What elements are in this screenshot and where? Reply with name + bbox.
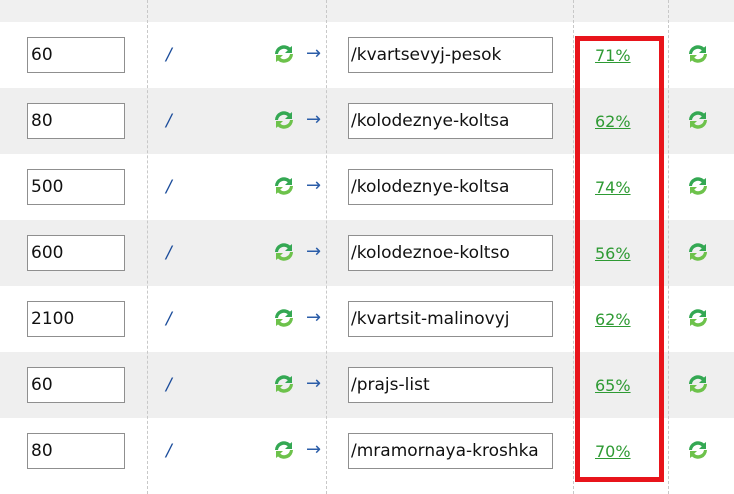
right-arrow-icon: → <box>306 109 322 130</box>
quantity-input[interactable]: 80 <box>27 103 125 139</box>
column-divider <box>668 0 669 494</box>
quantity-input[interactable]: 60 <box>27 367 125 403</box>
quantity-input[interactable]: 500 <box>27 169 125 205</box>
highlight-box <box>575 36 664 482</box>
target-path-input[interactable]: /kolodeznoe-koltso <box>348 235 553 271</box>
source-path-link[interactable]: / <box>166 177 180 197</box>
target-path-input[interactable]: /kvartsevyj-pesok <box>348 37 553 73</box>
column-divider <box>326 0 327 494</box>
target-path-input[interactable]: /kvartsit-malinovyj <box>348 301 553 337</box>
quantity-input[interactable]: 2100 <box>27 301 125 337</box>
refresh-icon[interactable] <box>686 43 710 65</box>
refresh-icon[interactable] <box>272 439 296 461</box>
right-arrow-icon: → <box>306 175 322 196</box>
target-path-input[interactable]: /kolodeznye-koltsa <box>348 169 553 205</box>
quantity-input[interactable]: 60 <box>27 37 125 73</box>
right-arrow-icon: → <box>306 43 322 64</box>
refresh-icon[interactable] <box>686 241 710 263</box>
refresh-icon[interactable] <box>272 43 296 65</box>
target-path-input[interactable]: /kolodeznye-koltsa <box>348 103 553 139</box>
source-path-link[interactable]: / <box>166 243 180 263</box>
right-arrow-icon: → <box>306 241 322 262</box>
table-top-band <box>0 0 734 22</box>
refresh-icon[interactable] <box>686 373 710 395</box>
quantity-input[interactable]: 80 <box>27 433 125 469</box>
refresh-icon[interactable] <box>272 373 296 395</box>
source-path-link[interactable]: / <box>166 375 180 395</box>
column-divider <box>147 0 148 494</box>
refresh-icon[interactable] <box>686 307 710 329</box>
right-arrow-icon: → <box>306 439 322 460</box>
target-path-input[interactable]: /mramornaya-kroshka <box>348 433 553 469</box>
refresh-icon[interactable] <box>272 109 296 131</box>
refresh-icon[interactable] <box>686 439 710 461</box>
refresh-icon[interactable] <box>272 241 296 263</box>
source-path-link[interactable]: / <box>166 45 180 65</box>
refresh-icon[interactable] <box>686 109 710 131</box>
column-divider <box>573 0 574 494</box>
source-path-link[interactable]: / <box>166 111 180 131</box>
refresh-icon[interactable] <box>686 175 710 197</box>
refresh-icon[interactable] <box>272 175 296 197</box>
source-path-link[interactable]: / <box>166 441 180 461</box>
right-arrow-icon: → <box>306 373 322 394</box>
refresh-icon[interactable] <box>272 307 296 329</box>
target-path-input[interactable]: /prajs-list <box>348 367 553 403</box>
right-arrow-icon: → <box>306 307 322 328</box>
quantity-input[interactable]: 600 <box>27 235 125 271</box>
source-path-link[interactable]: / <box>166 309 180 329</box>
